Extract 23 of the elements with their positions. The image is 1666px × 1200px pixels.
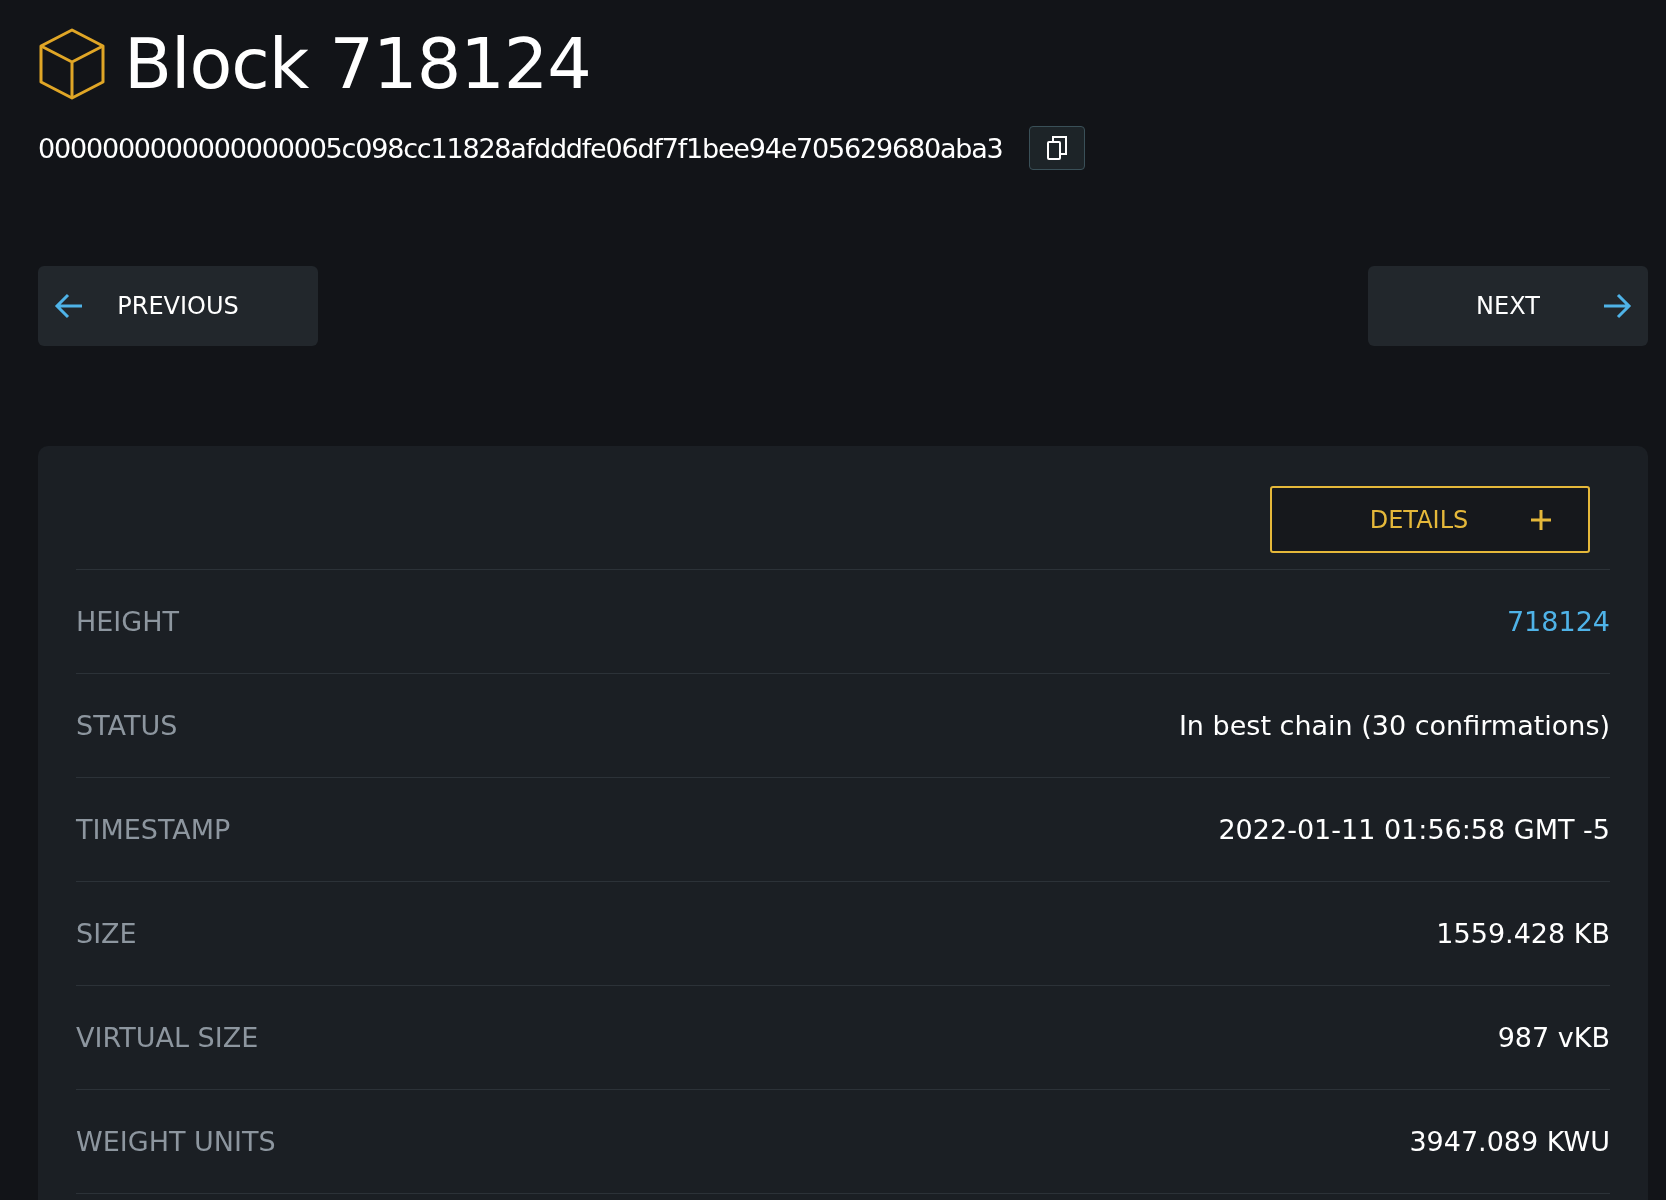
row-value: 2022-01-11 01:56:58 GMT -5 [1218, 814, 1610, 845]
block-hash: 0000000000000000005c098cc11828afdddfe06df7f1bee94e705629680aba3 [38, 132, 1003, 164]
previous-button[interactable]: PREVIOUS [38, 266, 318, 346]
height-link[interactable]: 718124 [1506, 606, 1610, 637]
copy-icon [1045, 135, 1068, 161]
block-title: Block 718124 [124, 22, 591, 106]
details-button[interactable]: DETAILS [1270, 486, 1590, 553]
plus-icon [1530, 508, 1552, 531]
row-value: 3947.089 KWU [1409, 1126, 1610, 1157]
row-label: HEIGHT [76, 606, 180, 637]
cube-icon [38, 27, 106, 101]
row-value: In best chain (30 confirmations) [1178, 710, 1610, 741]
row-value: 1559.428 KB [1436, 918, 1610, 949]
right-arrow-icon [1602, 292, 1632, 320]
row-value: 987 vKB [1497, 1022, 1610, 1053]
row-label: TIMESTAMP [76, 814, 231, 845]
row-label: WEIGHT UNITS [76, 1126, 276, 1157]
row-label: VIRTUAL SIZE [76, 1022, 259, 1053]
next-button[interactable]: NEXT [1368, 266, 1648, 346]
row-label: SIZE [76, 918, 137, 949]
left-arrow-icon [54, 292, 84, 320]
row-label: STATUS [76, 710, 178, 741]
copy-button[interactable] [1028, 126, 1085, 170]
